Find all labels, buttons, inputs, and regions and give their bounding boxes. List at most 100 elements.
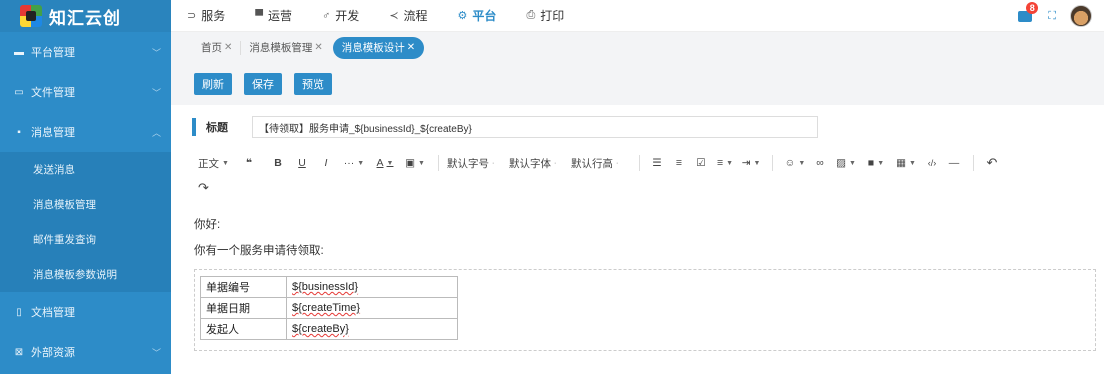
- document-icon: ▯: [16, 306, 22, 318]
- topnav-platform[interactable]: ⚙ 平台: [458, 7, 497, 24]
- top-nav: ⊃ 服务 ▀ 运营 ♂ 开发 ≺ 流程 ⚙ 平台 ⎙ 打印: [171, 7, 594, 24]
- sidebar-item-label: 文档管理: [31, 307, 75, 319]
- underline-icon[interactable]: U: [290, 157, 314, 169]
- indent-icon[interactable]: ⇥ ▼: [738, 157, 764, 169]
- bold-icon[interactable]: B: [266, 157, 290, 169]
- sidebar-item-documents[interactable]: ▯ 文档管理: [0, 292, 171, 332]
- sidebar-subitem-template-params[interactable]: 消息模板参数说明: [0, 257, 171, 292]
- sidebar-subitem-send-message[interactable]: 发送消息: [0, 152, 171, 187]
- greeting-text: 你好:: [194, 219, 221, 231]
- tab-home[interactable]: 首页 ✕: [195, 40, 238, 55]
- undo-icon[interactable]: ↶: [982, 155, 1002, 171]
- toolbar-divider: [438, 155, 439, 171]
- paragraph-label: 正文: [198, 157, 219, 170]
- tab-divider: [240, 40, 242, 55]
- submenu-messages: 发送消息 消息模板管理 邮件重发查询 消息模板参数说明: [0, 152, 171, 292]
- refresh-button[interactable]: 刷新: [194, 73, 232, 95]
- sidebar-item-label: 消息管理: [31, 127, 75, 139]
- table-row: 发起人 ${createBy}: [200, 318, 458, 340]
- top-right-tools: 8 ⛶: [1018, 0, 1092, 32]
- tab-label: 消息模板设计: [341, 42, 405, 54]
- table-row: 单据日期 ${createTime}: [200, 297, 458, 319]
- video-icon[interactable]: ■ ▼: [861, 157, 891, 169]
- topnav-process[interactable]: ≺ 流程: [389, 7, 427, 24]
- image-icon: ⊠: [14, 346, 24, 358]
- table-cell-key[interactable]: 发起人: [200, 318, 287, 340]
- close-icon[interactable]: ✕: [224, 42, 232, 53]
- table-cell-key[interactable]: 单据日期: [200, 297, 287, 319]
- sidebar-item-files[interactable]: ▭ 文件管理 ﹀: [0, 72, 171, 112]
- table-cell-value[interactable]: ${businessId}: [286, 276, 458, 298]
- link-icon[interactable]: ∞: [809, 157, 831, 169]
- title-input[interactable]: 【待领取】服务申请_${businessId}_${createBy}: [252, 116, 818, 138]
- brand-logo: [20, 5, 42, 27]
- editor-panel: 标题 【待领取】服务申请_${businessId}_${createBy} 正…: [182, 105, 1104, 374]
- table-cell-value[interactable]: ${createBy}: [286, 318, 458, 340]
- chevron-down-icon: ﹀: [151, 47, 161, 58]
- topnav-label: 流程: [403, 9, 428, 23]
- share-icon: ≺: [389, 10, 399, 22]
- numbered-list-icon[interactable]: ≡: [668, 157, 690, 169]
- sidebar-subitem-template-manage[interactable]: 消息模板管理: [0, 187, 171, 222]
- table-icon[interactable]: ▦ ▼: [891, 157, 921, 169]
- title-label: 标题: [206, 122, 228, 134]
- background-color-icon[interactable]: ▣ ▼: [400, 157, 430, 169]
- title-accent-bar: [192, 118, 196, 136]
- table-cell-value[interactable]: ${createTime}: [286, 297, 458, 319]
- preview-button[interactable]: 预览: [294, 73, 332, 95]
- topnav-operation[interactable]: ▀ 运营: [255, 7, 292, 24]
- image-icon[interactable]: ▨ ▼: [831, 157, 861, 169]
- chevron-up-icon: ︿: [151, 127, 161, 138]
- service-icon: ⊃: [187, 10, 197, 22]
- font-size-dropdown[interactable]: 默认字号 ·: [447, 156, 509, 171]
- caret-down-icon: ▼: [222, 159, 229, 167]
- close-icon[interactable]: ✕: [314, 42, 322, 53]
- bulleted-list-icon[interactable]: ☰: [646, 157, 668, 169]
- italic-icon[interactable]: I: [314, 157, 338, 169]
- more-format-icon[interactable]: ··· ▼: [338, 157, 370, 169]
- avatar[interactable]: [1070, 5, 1092, 27]
- table-row: 单据编号 ${businessId}: [200, 276, 458, 298]
- topnav-label: 服务: [201, 9, 226, 23]
- emoji-icon[interactable]: ☺ ▼: [781, 157, 809, 169]
- brand-name: 知汇云创: [49, 8, 121, 28]
- code-icon[interactable]: ‹/›: [921, 158, 943, 168]
- save-button[interactable]: 保存: [244, 73, 282, 95]
- align-icon[interactable]: ≡ ▼: [712, 157, 738, 169]
- fullscreen-icon[interactable]: ⛶: [1048, 10, 1056, 23]
- title-row: 标题 【待领取】服务申请_${businessId}_${createBy}: [192, 116, 818, 138]
- sidebar-item-messages[interactable]: ▪ 消息管理 ︿: [0, 112, 171, 152]
- notification-badge: 8: [1026, 1, 1039, 14]
- tab-template-design[interactable]: 消息模板设计 ✕: [332, 36, 425, 59]
- line-height-label: 默认行高: [571, 157, 613, 170]
- sidebar-item-platform[interactable]: ▬ 平台管理 ﹀: [0, 32, 171, 72]
- topnav-label: 运营: [268, 9, 293, 23]
- paragraph-dropdown[interactable]: 正文 ▼: [198, 156, 232, 171]
- topnav-develop[interactable]: ♂ 开发: [322, 7, 359, 24]
- divider-line-icon[interactable]: —: [943, 157, 965, 169]
- sidebar-item-external[interactable]: ⊠ 外部资源 ﹀: [0, 332, 171, 372]
- notifications-button[interactable]: 8: [1018, 1, 1039, 22]
- table-cell-key[interactable]: 单据编号: [200, 276, 287, 298]
- font-color-icon[interactable]: A ▼: [370, 157, 400, 169]
- sidebar: 知汇云创 ▬ 平台管理 ﹀ ▭ 文件管理 ﹀ ▪ 消息管理 ︿ 发送消息 消息模…: [0, 0, 171, 374]
- close-icon[interactable]: ✕: [407, 42, 415, 53]
- sidebar-subitem-mail-resend[interactable]: 邮件重发查询: [0, 222, 171, 257]
- top-nav-bar: ⊃ 服务 ▀ 运营 ♂ 开发 ≺ 流程 ⚙ 平台 ⎙ 打印 8 ⛶: [171, 0, 1104, 32]
- toolbar-divider: [772, 155, 773, 171]
- topnav-print[interactable]: ⎙ 打印: [526, 7, 564, 24]
- font-family-dropdown[interactable]: 默认字体 ·: [509, 156, 571, 171]
- quote-icon[interactable]: ❝: [232, 157, 266, 169]
- topnav-service[interactable]: ⊃ 服务: [187, 7, 225, 24]
- line-height-dropdown[interactable]: 默认行高 ·: [571, 156, 633, 171]
- brand[interactable]: 知汇云创: [0, 0, 171, 32]
- toolbar-divider: [639, 155, 640, 171]
- redo-icon[interactable]: ↷: [198, 180, 209, 196]
- font-size-label: 默认字号: [447, 157, 489, 170]
- sidebar-item-label: 平台管理: [31, 47, 75, 59]
- variables-table: 单据编号 ${businessId} 单据日期 ${createTime} 发起…: [200, 276, 458, 340]
- chevron-down-icon: ﹀: [151, 347, 161, 358]
- editor-toolbar: 正文 ▼ ❝ B U I ··· ▼ A ▼ ▣ ▼ 默认字号 · 默认字体 · 默认行高 ·…: [198, 153, 1104, 173]
- todo-list-icon[interactable]: ☑: [690, 157, 712, 169]
- tab-template-manage[interactable]: 消息模板管理 ✕: [243, 40, 328, 55]
